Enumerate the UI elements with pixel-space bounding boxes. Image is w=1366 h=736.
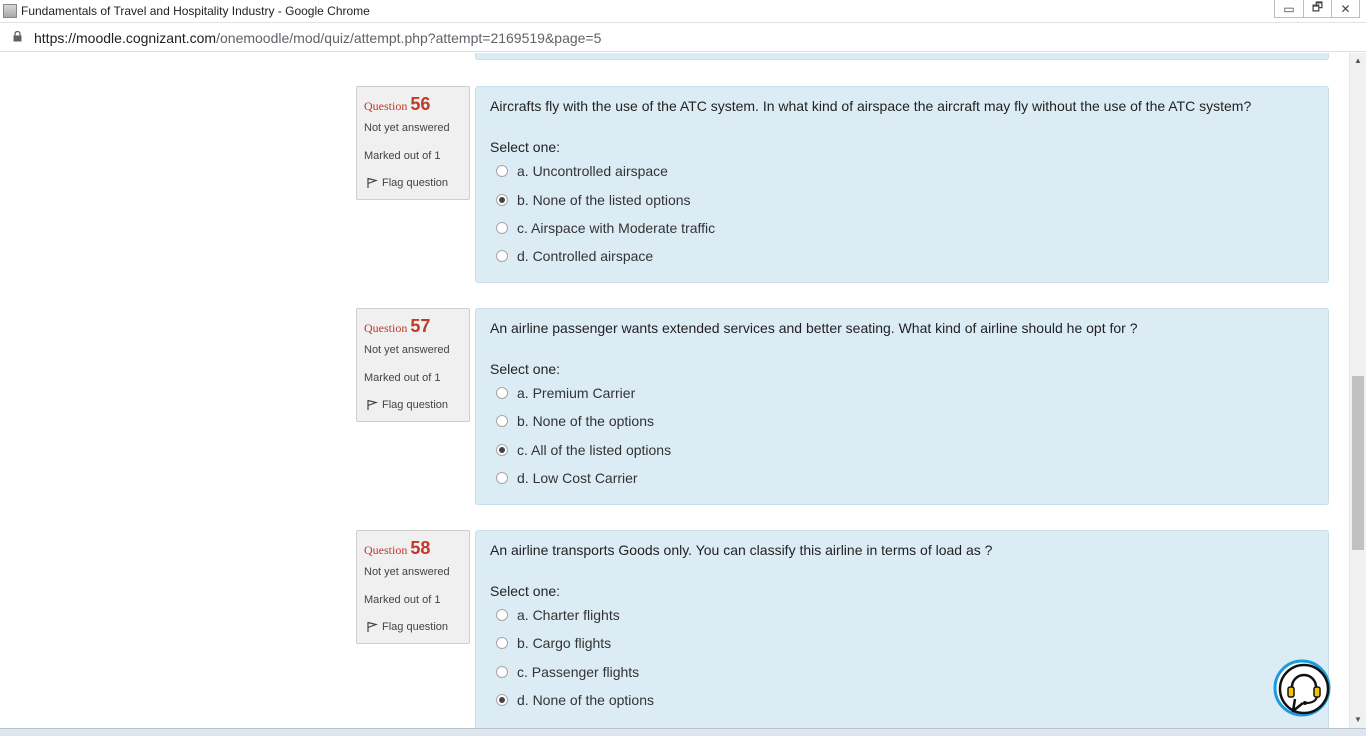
scroll-up-arrow[interactable]: ▲	[1350, 53, 1366, 69]
answer-option-a[interactable]: a. Uncontrolled airspace	[496, 163, 668, 179]
radio-button[interactable]	[496, 165, 508, 177]
headset-help-icon[interactable]	[1273, 659, 1333, 721]
radio-button[interactable]	[496, 387, 508, 399]
question-grade: Marked out of 1	[364, 594, 441, 606]
option-label: d. Low Cost Carrier	[517, 470, 638, 486]
question-info-58: Question 58 Not yet answered Marked out …	[356, 530, 470, 644]
page-viewport: Question 56 Not yet answered Marked out …	[0, 53, 1349, 728]
radio-button[interactable]	[496, 609, 508, 621]
option-label: c. Passenger flights	[517, 664, 640, 680]
answer-option-c[interactable]: c. Passenger flights	[496, 664, 639, 680]
question-number: Question 56	[364, 94, 430, 115]
radio-button[interactable]	[496, 194, 508, 206]
os-taskbar	[0, 728, 1366, 736]
question-state: Not yet answered	[364, 122, 450, 134]
option-label: d. Controlled airspace	[517, 248, 654, 264]
minimize-button[interactable]: ▭	[1275, 0, 1303, 17]
option-label: a. Premium Carrier	[517, 385, 636, 401]
option-label: b. None of the listed options	[517, 192, 691, 208]
question-label: Question	[364, 543, 408, 557]
radio-button[interactable]	[496, 694, 508, 706]
answer-option-a[interactable]: a. Premium Carrier	[496, 385, 635, 401]
scroll-thumb[interactable]	[1352, 376, 1364, 550]
select-one-prompt: Select one:	[490, 583, 561, 599]
radio-button[interactable]	[496, 222, 508, 234]
flag-question-button[interactable]: Flag question	[366, 177, 448, 189]
question-text: An airline transports Goods only. You ca…	[490, 542, 993, 558]
flag-question-button[interactable]: Flag question	[366, 399, 448, 411]
flag-icon	[367, 621, 378, 632]
app-icon	[3, 4, 17, 18]
question-content-56: Aircrafts fly with the use of the ATC sy…	[475, 86, 1329, 283]
flag-icon	[367, 399, 378, 410]
question-number-value: 57	[410, 316, 431, 336]
scroll-down-arrow[interactable]: ▼	[1350, 712, 1366, 728]
radio-button[interactable]	[496, 250, 508, 262]
question-text: Aircrafts fly with the use of the ATC sy…	[490, 98, 1252, 114]
question-content-57: An airline passenger wants extended serv…	[475, 308, 1329, 505]
question-info-56: Question 56 Not yet answered Marked out …	[356, 86, 470, 200]
answer-option-d[interactable]: d. Low Cost Carrier	[496, 470, 638, 486]
url-path: /onemoodle/mod/quiz/attempt.php?attempt=…	[216, 30, 602, 46]
option-label: d. None of the options	[517, 692, 654, 708]
question-number: Question 58	[364, 538, 430, 559]
question-grade: Marked out of 1	[364, 150, 441, 162]
answer-option-b[interactable]: b. Cargo flights	[496, 635, 611, 651]
radio-button[interactable]	[496, 472, 508, 484]
page-scrollbar[interactable]: ▲ ▼	[1349, 53, 1366, 728]
option-label: a. Uncontrolled airspace	[517, 163, 668, 179]
question-state: Not yet answered	[364, 344, 450, 356]
url-text[interactable]: https://moodle.cognizant.com/onemoodle/m…	[34, 30, 601, 46]
question-state: Not yet answered	[364, 566, 450, 578]
flag-question-button[interactable]: Flag question	[366, 621, 448, 633]
lock-icon	[13, 31, 22, 42]
option-label: c. Airspace with Moderate traffic	[517, 220, 716, 236]
answer-option-d[interactable]: d. Controlled airspace	[496, 248, 653, 264]
close-button[interactable]: ✕	[1331, 0, 1359, 17]
radio-button[interactable]	[496, 637, 508, 649]
question-grade: Marked out of 1	[364, 372, 441, 384]
flag-label: Flag question	[382, 621, 449, 633]
window-titlebar: Fundamentals of Travel and Hospitality I…	[0, 0, 1366, 23]
option-label: a. Charter flights	[517, 607, 620, 623]
flag-icon	[367, 177, 378, 188]
question-number-value: 58	[410, 538, 431, 558]
flag-label: Flag question	[382, 177, 449, 189]
radio-button[interactable]	[496, 415, 508, 427]
previous-question-content	[475, 53, 1329, 60]
radio-button[interactable]	[496, 666, 508, 678]
answer-option-b[interactable]: b. None of the options	[496, 413, 654, 429]
option-label: b. Cargo flights	[517, 635, 612, 651]
answer-option-a[interactable]: a. Charter flights	[496, 607, 620, 623]
window-controls: ▭ 🗗 ✕	[1274, 0, 1360, 18]
restore-button[interactable]: 🗗	[1303, 0, 1331, 17]
radio-button[interactable]	[496, 444, 508, 456]
question-content-58: An airline transports Goods only. You ca…	[475, 530, 1329, 728]
answer-option-b[interactable]: b. None of the listed options	[496, 192, 691, 208]
question-label: Question	[364, 321, 408, 335]
option-label: c. All of the listed options	[517, 442, 672, 458]
answer-option-c[interactable]: c. Airspace with Moderate traffic	[496, 220, 715, 236]
address-bar[interactable]: https://moodle.cognizant.com/onemoodle/m…	[0, 23, 1366, 52]
select-one-prompt: Select one:	[490, 139, 561, 155]
question-label: Question	[364, 99, 408, 113]
question-number-value: 56	[410, 94, 431, 114]
question-number: Question 57	[364, 316, 430, 337]
flag-label: Flag question	[382, 399, 449, 411]
window-title: Fundamentals of Travel and Hospitality I…	[21, 4, 370, 18]
option-label: b. None of the options	[517, 413, 654, 429]
answer-option-c[interactable]: c. All of the listed options	[496, 442, 671, 458]
question-info-57: Question 57 Not yet answered Marked out …	[356, 308, 470, 422]
answer-option-d[interactable]: d. None of the options	[496, 692, 654, 708]
question-text: An airline passenger wants extended serv…	[490, 320, 1138, 336]
select-one-prompt: Select one:	[490, 361, 561, 377]
url-host: https://moodle.cognizant.com	[34, 30, 217, 46]
